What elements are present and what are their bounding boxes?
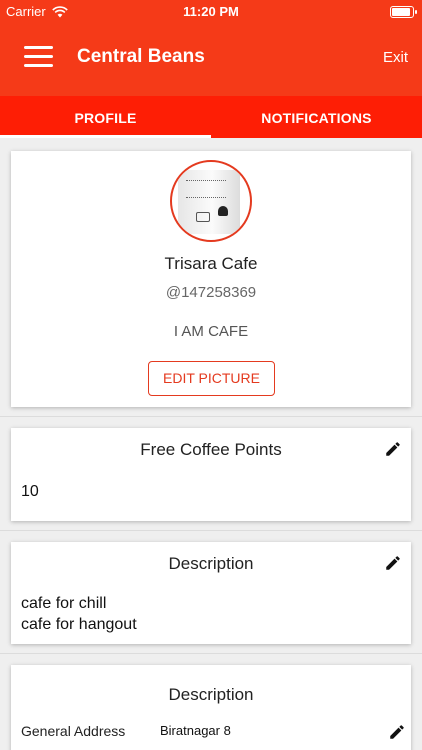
free-coffee-points-card: Free Coffee Points 10 <box>11 428 411 521</box>
address-label: General Address <box>21 723 126 739</box>
status-time: 11:20 PM <box>183 4 239 19</box>
battery-level <box>392 8 410 16</box>
mug-bowl <box>196 212 210 222</box>
divider <box>0 530 422 531</box>
address-value: Biratnagar 8 <box>160 723 231 738</box>
address-card: Description General Address Biratnagar 8 <box>11 665 411 750</box>
card-title: Description <box>168 554 254 573</box>
edit-picture-button[interactable]: EDIT PICTURE <box>148 361 275 396</box>
profile-handle: @147258369 <box>165 284 257 301</box>
app-title: Central Beans <box>77 46 205 67</box>
profile-name: Trisara Cafe <box>164 254 258 273</box>
tab-bar: PROFILE NOTIFICATIONS <box>0 96 422 138</box>
app-bar: Central Beans Exit <box>0 24 422 94</box>
divider <box>0 653 422 654</box>
cat-icon <box>218 206 228 216</box>
pencil-icon[interactable] <box>388 723 406 741</box>
description-line: cafe for chill <box>21 595 107 612</box>
pencil-icon[interactable] <box>384 554 402 572</box>
profile-bio: I AM CAFE <box>173 323 249 340</box>
avatar[interactable] <box>170 160 252 242</box>
card-title: Free Coffee Points <box>140 440 282 459</box>
divider <box>0 416 422 417</box>
description-line: cafe for hangout <box>21 616 137 633</box>
tab-notifications[interactable]: NOTIFICATIONS <box>211 96 422 138</box>
pencil-icon[interactable] <box>384 440 402 458</box>
profile-card: Trisara Cafe @147258369 I AM CAFE EDIT P… <box>11 151 411 407</box>
hamburger-menu-icon[interactable] <box>24 46 54 70</box>
header: Carrier 11:20 PM Central Beans Exit PROF… <box>0 0 422 138</box>
card-title: Description <box>168 685 254 704</box>
mug-scribble <box>186 180 226 198</box>
tab-profile[interactable]: PROFILE <box>0 96 211 138</box>
status-bar: Carrier 11:20 PM <box>0 0 422 24</box>
exit-button[interactable]: Exit <box>383 49 408 66</box>
points-value: 10 <box>21 483 39 500</box>
battery-icon <box>390 6 417 18</box>
description-card: Description cafe for chill cafe for hang… <box>11 542 411 644</box>
